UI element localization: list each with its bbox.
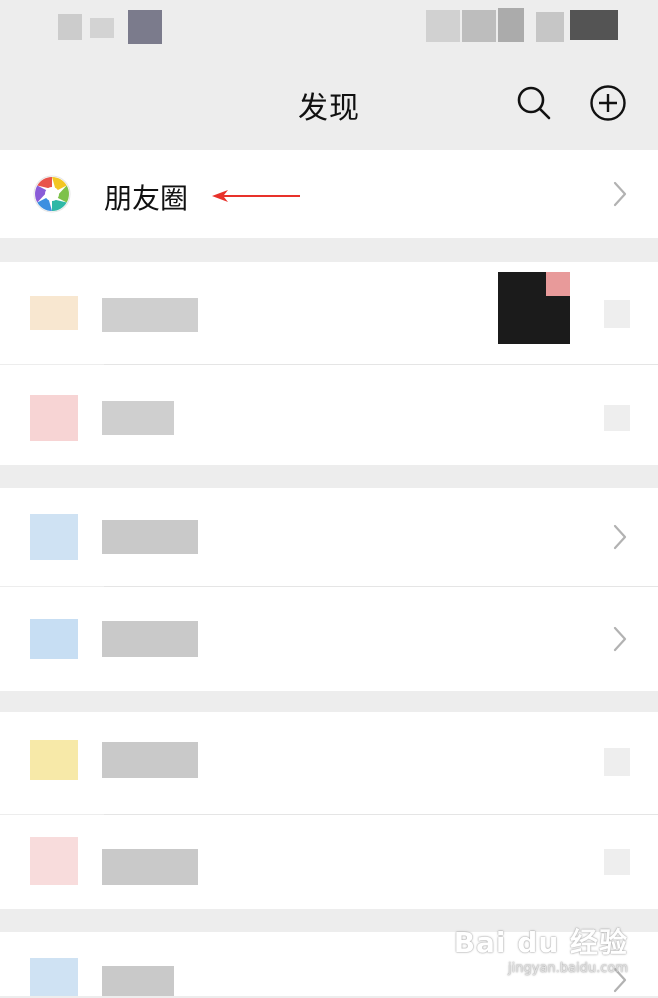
blurred-chevron xyxy=(604,405,630,431)
status-blur xyxy=(426,10,460,42)
blurred-label xyxy=(102,742,198,778)
blurred-label xyxy=(102,298,198,332)
status-blur xyxy=(462,10,496,42)
chevron-right-icon xyxy=(612,523,628,551)
blurred-chevron xyxy=(604,748,630,776)
list-item[interactable] xyxy=(0,587,658,691)
list-item[interactable] xyxy=(0,712,658,814)
blurred-icon xyxy=(30,514,78,560)
list-item[interactable] xyxy=(0,815,658,909)
list-item[interactable] xyxy=(0,262,658,364)
status-blur xyxy=(90,18,114,38)
chevron-right-icon xyxy=(612,180,628,208)
blurred-icon xyxy=(30,837,78,885)
blurred-chevron xyxy=(604,849,630,875)
blurred-icon xyxy=(30,395,78,441)
moments-row[interactable]: 朋友圈 xyxy=(0,150,658,238)
moments-label: 朋友圈 xyxy=(104,182,189,215)
status-blur xyxy=(128,10,162,44)
watermark-url: jingyan.baidu.com xyxy=(508,961,628,976)
watermark-brand: Bai du 经验 xyxy=(453,926,628,959)
blurred-icon xyxy=(30,958,78,996)
status-blur xyxy=(536,12,564,42)
blurred-icon xyxy=(30,296,78,330)
blurred-badge xyxy=(546,272,570,296)
blurred-label xyxy=(102,401,174,435)
nav-bar: 发现 xyxy=(0,55,658,150)
status-blur xyxy=(58,14,82,40)
blurred-label xyxy=(102,849,198,885)
list-item[interactable] xyxy=(0,488,658,586)
blurred-label xyxy=(102,621,198,657)
search-icon[interactable] xyxy=(514,83,554,123)
list-item[interactable] xyxy=(0,365,658,465)
red-arrow-annotation xyxy=(210,188,302,204)
status-bar xyxy=(0,0,658,55)
blurred-icon xyxy=(30,740,78,780)
watermark: Bai du 经验 jingyan.baidu.com xyxy=(454,921,628,976)
blurred-label xyxy=(102,520,198,554)
status-blur xyxy=(498,8,524,42)
blurred-chevron xyxy=(604,300,630,328)
battery-blur xyxy=(570,10,618,40)
blurred-label xyxy=(102,966,174,996)
blurred-icon xyxy=(30,619,78,659)
aperture-icon xyxy=(32,174,72,214)
chevron-right-icon xyxy=(612,625,628,653)
page-title: 发现 xyxy=(298,91,360,126)
add-circle-icon[interactable] xyxy=(588,83,628,123)
